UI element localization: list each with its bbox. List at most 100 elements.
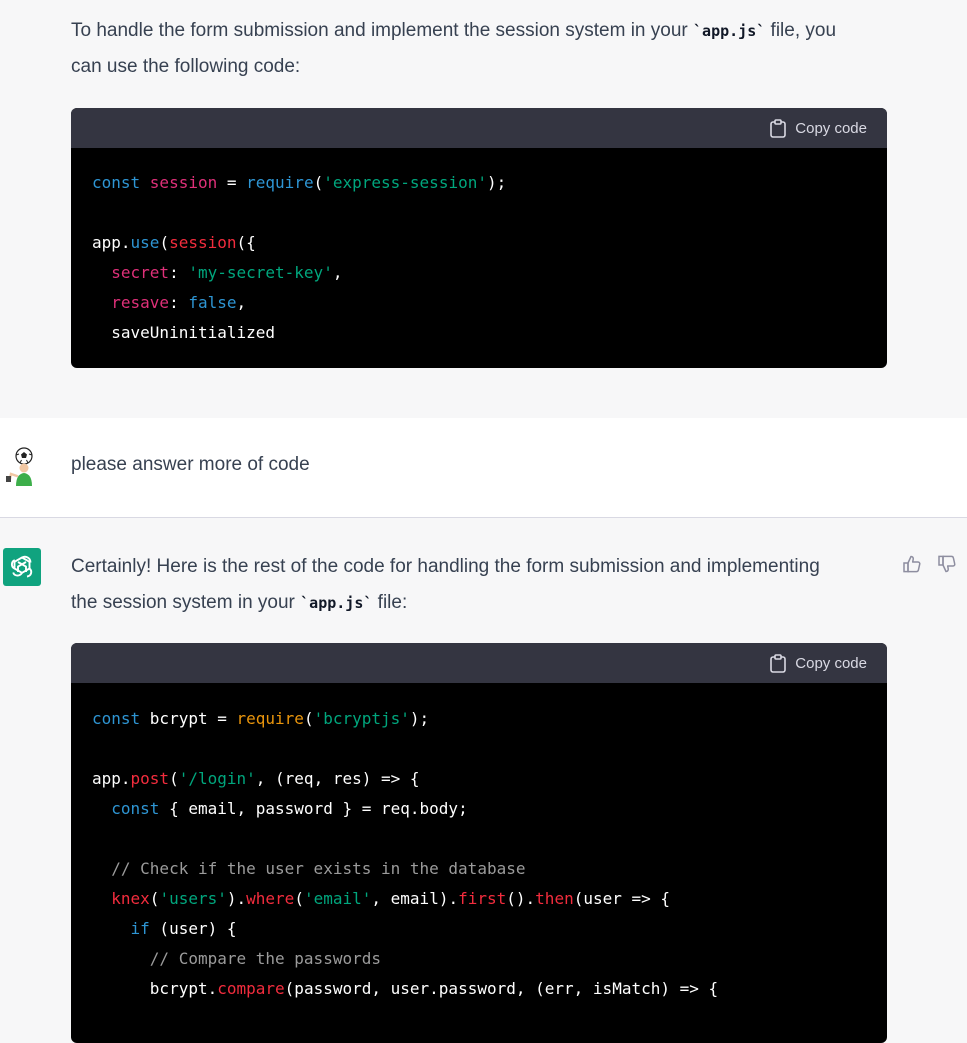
- code-line: const { email, password } = req.body;: [92, 794, 887, 824]
- code-token: (: [303, 709, 314, 728]
- code-token: (: [149, 889, 160, 908]
- code-token: , (req, res) => {: [255, 769, 420, 788]
- code-token: 'my-secret-key': [188, 263, 333, 282]
- code-token: ,: [236, 293, 247, 312]
- code-line: resave: false,: [92, 288, 887, 318]
- code-token: // Compare the passwords: [92, 949, 381, 968]
- code-token: require: [236, 709, 304, 728]
- thumbs-up-icon: [903, 555, 921, 573]
- code-token: (: [159, 233, 170, 252]
- message-text-segment: the session system in your: [71, 592, 301, 613]
- code-token: compare: [217, 979, 285, 998]
- copy-code-label: Copy code: [795, 119, 867, 137]
- code-line: app.post('/login', (req, res) => {: [92, 764, 887, 794]
- code-token: { email, password } = req.: [159, 799, 420, 818]
- message-text-segment: file, you: [765, 20, 837, 41]
- code-token: post: [130, 769, 170, 788]
- code-token: require: [246, 173, 314, 192]
- clipboard-icon: [770, 118, 787, 138]
- code-token: (: [294, 889, 304, 908]
- code-line: const session = require('express-session…: [92, 168, 887, 198]
- code-token: ,: [332, 263, 343, 282]
- code-token: :: [169, 263, 189, 282]
- code-token: ({: [236, 233, 256, 252]
- copy-code-button[interactable]: Copy code: [770, 108, 867, 148]
- code-block-header: Copy code: [71, 108, 887, 148]
- message-text-segment: file:: [372, 592, 408, 613]
- code-token: use: [130, 233, 160, 252]
- message-text-segment: To handle the form submission and implem…: [71, 20, 694, 41]
- code-token: const: [92, 709, 150, 728]
- code-token: saveUninitialized: [92, 323, 276, 342]
- code-token: (: [169, 769, 179, 788]
- code-token: , email).: [371, 889, 459, 908]
- code-token: , (err, isMatch) => {: [515, 979, 719, 998]
- code-line: if (user) {: [92, 914, 887, 944]
- code-line: // Compare the passwords: [92, 944, 887, 974]
- code-token: '/login': [178, 769, 256, 788]
- code-token: if: [92, 919, 150, 938]
- code-token: session: [169, 233, 237, 252]
- code-token: ;: [458, 799, 468, 818]
- copy-code-button[interactable]: Copy code: [770, 643, 867, 683]
- code-token: knex: [92, 889, 150, 908]
- assistant-avatar: [3, 548, 41, 586]
- code-token: bcrypt: [149, 709, 208, 728]
- code-token: false: [188, 293, 237, 312]
- user-message: please answer more of code: [0, 418, 967, 518]
- code-token: // Check if the user exists in the datab…: [92, 859, 526, 878]
- code-token: 'bcryptjs': [313, 709, 410, 728]
- assistant-message: Certainly! Here is the rest of the code …: [0, 518, 967, 1043]
- message-text-segment: can use the following code:: [71, 56, 301, 77]
- code-token: =: [217, 173, 247, 192]
- code-token: body: [419, 799, 459, 818]
- code-token: bcrypt.: [92, 979, 218, 998]
- thumbs-up-button[interactable]: [900, 552, 924, 576]
- thumbs-down-icon: [938, 555, 956, 573]
- code-token: ().: [506, 889, 536, 908]
- copy-code-label: Copy code: [795, 654, 867, 672]
- code-token: (user) {: [149, 919, 237, 938]
- code-token: (: [313, 173, 324, 192]
- code-token: 'express-session': [323, 173, 487, 192]
- message-text: Certainly! Here is the rest of the code …: [71, 549, 881, 621]
- user-avatar-icon: [6, 447, 33, 486]
- code-token: then: [535, 889, 574, 908]
- code-block: Copy code const bcrypt = require('bcrypt…: [71, 643, 887, 1043]
- code-token: session: [149, 173, 218, 192]
- user-message-text: please answer more of code: [71, 454, 310, 475]
- assistant-message-previous: To handle the form submission and implem…: [0, 0, 967, 419]
- inline-code: `app.js`: [693, 22, 766, 40]
- inline-code: `app.js`: [300, 594, 373, 612]
- code-token: secret: [92, 263, 170, 282]
- clipboard-icon: [770, 653, 787, 673]
- code-line: knex('users').where('email', email).firs…: [92, 884, 887, 914]
- code-token: resave: [92, 293, 170, 312]
- code-token: :: [169, 293, 189, 312]
- code-token: where: [246, 889, 295, 908]
- code-token: app.: [92, 233, 131, 252]
- code-token: =: [207, 709, 237, 728]
- code-token: ).: [226, 889, 247, 908]
- code-block-header: Copy code: [71, 643, 887, 683]
- code-line: secret: 'my-secret-key',: [92, 258, 887, 288]
- message-text: To handle the form submission and implem…: [71, 13, 881, 85]
- code-line: const bcrypt = require('bcryptjs');: [92, 704, 887, 734]
- message-text-segment: Certainly! Here is the rest of the code …: [71, 556, 820, 577]
- thumbs-down-button[interactable]: [935, 552, 959, 576]
- code-line: app.use(session({: [92, 228, 887, 258]
- code-token: );: [486, 173, 507, 192]
- code-token: 'users': [159, 889, 227, 908]
- code-token: 'email': [303, 889, 372, 908]
- code-block: Copy code const session = require('expre…: [71, 108, 887, 368]
- code-token: app.: [92, 769, 131, 788]
- code-token: password: [438, 979, 516, 998]
- code-content: const session = require('express-session…: [71, 148, 887, 348]
- code-token: const: [92, 799, 160, 818]
- code-token: );: [409, 709, 430, 728]
- code-token: (user => {: [573, 889, 671, 908]
- code-line: saveUninitialized: [92, 318, 887, 348]
